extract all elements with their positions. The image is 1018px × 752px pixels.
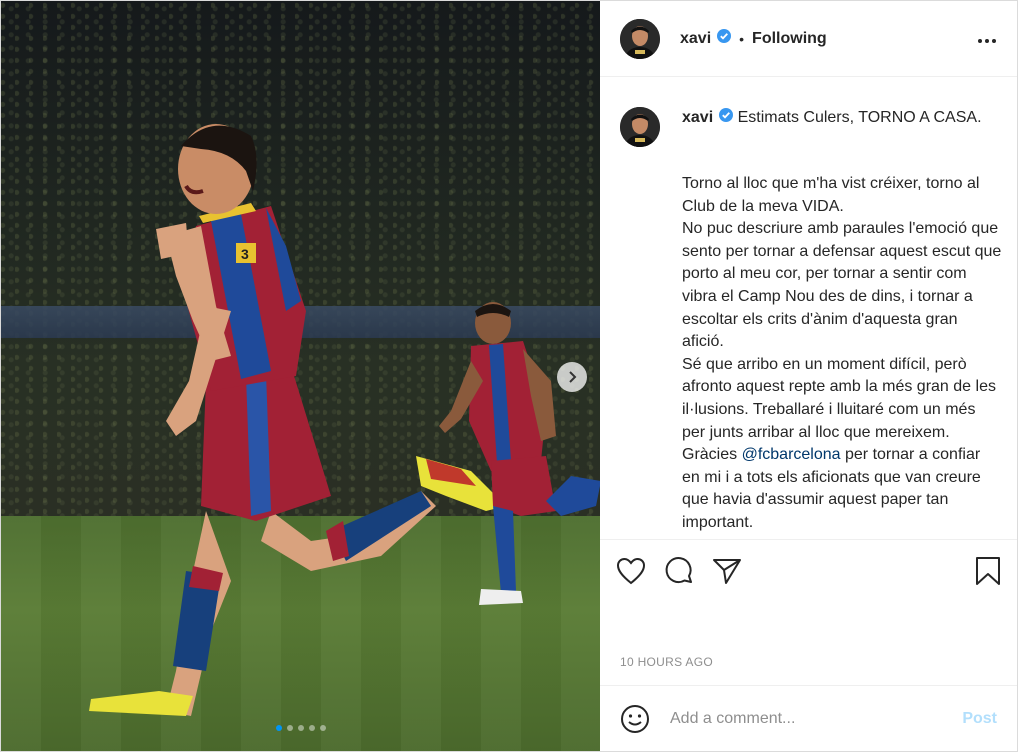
caption-username[interactable]: xavi <box>682 109 713 126</box>
caption-avatar[interactable] <box>620 107 660 147</box>
caption-first-line: xavi Estimats Culers, TORNO A CASA. <box>682 107 982 128</box>
instagram-post: 3 xavi • Following xavi Estimats Culers,… <box>0 0 1018 752</box>
chevron-right-icon <box>569 371 577 383</box>
carousel-dot <box>275 725 282 731</box>
carousel-next-button[interactable] <box>557 362 587 392</box>
post-caption-area: xavi Estimats Culers, TORNO A CASA. Torn… <box>600 77 1017 539</box>
comment-bubble-icon[interactable] <box>664 556 694 586</box>
following-button[interactable]: Following <box>752 30 827 48</box>
more-options-icon[interactable] <box>977 28 997 49</box>
avatar[interactable] <box>620 18 660 59</box>
action-bar <box>600 539 1017 601</box>
username[interactable]: xavi <box>680 30 711 48</box>
comment-bar: Post <box>600 685 1017 751</box>
verified-badge-icon <box>717 29 732 48</box>
carousel-dot <box>297 725 304 731</box>
caption-title: Estimats Culers, TORNO A CASA. <box>737 109 982 126</box>
emoji-smiley-icon[interactable] <box>620 704 650 734</box>
post-header: xavi • Following <box>600 1 1017 77</box>
post-photo[interactable]: 3 <box>1 1 600 751</box>
timestamp[interactable]: 10 HOURS AGO <box>600 601 1017 685</box>
jersey-number: 3 <box>241 246 249 262</box>
carousel-indicator <box>1 725 600 731</box>
mention-link[interactable]: @fcbarcelona <box>742 446 841 463</box>
post-side-panel: xavi • Following xavi Estimats Culers, T… <box>600 1 1017 751</box>
verified-badge-icon <box>719 107 734 128</box>
carousel-dot <box>286 725 293 731</box>
post-comment-button[interactable]: Post <box>962 710 997 728</box>
carousel-dot <box>319 725 326 731</box>
caption-body: Torno al lloc que m'ha vist créixer, tor… <box>682 175 1002 464</box>
like-heart-icon[interactable] <box>616 557 646 585</box>
caption-text: Torno al lloc que m'ha vist créixer, tor… <box>682 173 1002 535</box>
separator-dot: • <box>739 30 745 47</box>
bookmark-save-icon[interactable] <box>975 556 1001 586</box>
comment-input[interactable] <box>668 708 963 729</box>
carousel-dot <box>308 725 315 731</box>
share-send-icon[interactable] <box>712 557 742 585</box>
caption-header: xavi Estimats Culers, TORNO A CASA. <box>620 107 997 147</box>
teammate-player <box>439 302 600 605</box>
